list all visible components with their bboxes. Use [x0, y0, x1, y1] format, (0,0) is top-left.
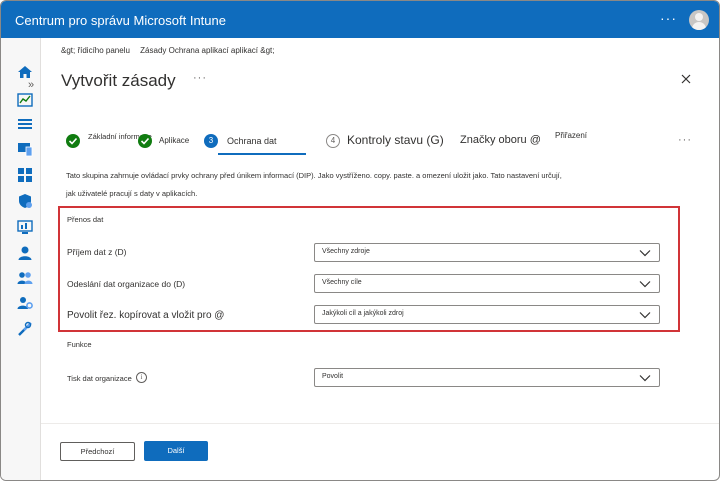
breadcrumb-app-protection-link[interactable]: Zásady Ochrana aplikací aplikací &gt; — [140, 46, 274, 55]
users-icon[interactable] — [17, 245, 33, 261]
app-window: Centrum pro správu Microsoft Intune ··· … — [0, 0, 720, 481]
sidebar-collapse-icon[interactable]: » — [28, 79, 34, 91]
breadcrumb: &gt; řídicího panelu Zásady Ochrana apli… — [61, 46, 282, 55]
endpoint-security-icon[interactable] — [17, 193, 33, 209]
chevron-down-icon — [639, 312, 651, 319]
chevron-down-icon — [639, 250, 651, 257]
avatar-head — [695, 13, 703, 21]
step-health-checks[interactable]: Kontroly stavu (G) — [347, 133, 444, 147]
sidebar: » — [1, 38, 41, 480]
cut-copy-paste-dropdown[interactable]: Jakýkoli cíl a jakýkoli zdroj — [314, 305, 660, 324]
list-icon[interactable] — [17, 116, 33, 132]
print-org-data-label: Tisk dat organizace — [67, 374, 132, 383]
data-transfer-heading: Přenos dat — [67, 215, 104, 224]
top-bar: Centrum pro správu Microsoft Intune ··· — [1, 1, 719, 38]
app-title[interactable]: Centrum pro správu Microsoft Intune — [15, 13, 226, 28]
groups-icon[interactable] — [17, 270, 33, 286]
step-data-protection[interactable]: Ochrana dat — [227, 136, 277, 146]
send-data-label: Odeslání dat organizace do (D) — [67, 279, 186, 289]
previous-button[interactable]: Předchozí — [60, 442, 135, 461]
chevron-down-icon — [639, 281, 651, 288]
devices-icon[interactable] — [17, 141, 33, 157]
avatar-body — [692, 22, 706, 30]
cut-copy-paste-label: Povolit řez. kopírovat a vložit pro @ — [67, 310, 225, 321]
apps-icon[interactable] — [17, 167, 33, 183]
tenant-admin-icon[interactable] — [17, 295, 33, 311]
cut-copy-paste-value: Jakýkoli cíl a jakýkoli zdroj — [322, 310, 404, 317]
print-org-data-dropdown[interactable]: Povolit — [314, 368, 660, 387]
step-scope-tags[interactable]: Značky oboru @ — [460, 134, 541, 146]
dashboard-icon[interactable] — [17, 92, 33, 108]
title-more-button[interactable]: ··· — [193, 72, 207, 84]
send-data-dropdown[interactable]: Všechny cíle — [314, 274, 660, 293]
receive-data-value: Všechny zdroje — [322, 248, 370, 255]
step-apps[interactable]: Aplikace — [159, 136, 189, 145]
step-health-checks-number: 4 — [326, 134, 340, 148]
send-data-value: Všechny cíle — [322, 279, 362, 286]
step-basics-check-icon — [66, 134, 80, 148]
page-title: Vytvořit zásady — [61, 71, 176, 90]
steps-more-button[interactable]: ··· — [678, 134, 692, 146]
close-icon[interactable] — [678, 71, 694, 87]
section-description: Tato skupina zahrnuje ovládací prvky och… — [66, 171, 562, 198]
home-icon[interactable] — [17, 64, 33, 80]
breadcrumb-dashboard-link[interactable]: &gt; řídicího panelu — [61, 46, 130, 55]
reports-icon[interactable] — [17, 219, 33, 235]
troubleshooting-icon[interactable] — [17, 321, 33, 337]
next-button[interactable]: Další — [144, 441, 208, 461]
receive-data-dropdown[interactable]: Všechny zdroje — [314, 243, 660, 262]
functions-heading: Funkce — [67, 340, 92, 349]
top-more-button[interactable]: ··· — [660, 10, 677, 26]
footer-divider — [41, 423, 719, 424]
step-assignments[interactable]: Přiřazení — [555, 131, 587, 140]
active-step-indicator — [218, 153, 306, 155]
chevron-down-icon — [639, 375, 651, 382]
avatar[interactable] — [689, 10, 709, 30]
step-apps-check-icon — [138, 134, 152, 148]
receive-data-label: Příjem dat z (D) — [67, 247, 127, 257]
print-org-data-value: Povolit — [322, 373, 344, 380]
info-icon[interactable]: i — [136, 372, 147, 383]
step-data-protection-number: 3 — [204, 134, 218, 148]
